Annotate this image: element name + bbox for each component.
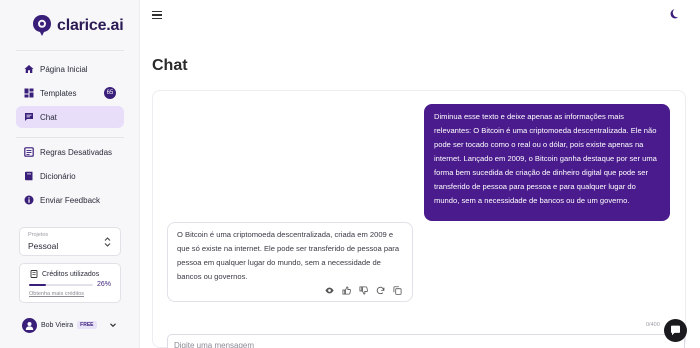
chat-icon — [24, 112, 34, 122]
credits-title-label: Créditos utilizados — [42, 270, 100, 278]
sidebar-item-enviar-feedback[interactable]: Enviar Feedback — [16, 189, 124, 211]
chevron-down-icon — [109, 323, 116, 328]
project-select-value: Pessoal — [28, 241, 59, 251]
assistant-message-text: O Bitcoin é uma criptomoeda descentraliz… — [177, 230, 400, 281]
user-name: Bob Vieira — [41, 321, 74, 329]
sidebar-item-dicionario[interactable]: Dicionário — [16, 165, 124, 187]
regenerate-icon[interactable] — [375, 285, 385, 295]
rules-off-icon — [24, 147, 34, 157]
thumbs-down-icon[interactable] — [358, 285, 368, 295]
grid-icon — [24, 88, 34, 98]
chat-bubble-icon — [671, 325, 680, 336]
sidebar-item-label: Dicionário — [40, 171, 76, 181]
logo-icon — [33, 15, 51, 36]
project-select[interactable]: Projetos Pessoal — [19, 227, 121, 256]
message-input[interactable] — [174, 338, 684, 348]
chevron-updown-icon — [104, 237, 111, 247]
home-icon — [24, 64, 34, 74]
sidebar: clarice.ai Página Inicial Templates 65 C… — [0, 0, 140, 348]
character-counter: 0/400 — [646, 322, 660, 328]
chat-support-button[interactable] — [664, 319, 687, 342]
info-icon — [24, 195, 34, 205]
sidebar-item-chat[interactable]: Chat — [16, 106, 124, 128]
credits-progress-fill — [29, 284, 46, 286]
sidebar-item-label: Templates — [40, 88, 77, 98]
sidebar-item-regras-desativadas[interactable]: Regras Desativadas — [16, 141, 124, 163]
credits-card: Créditos utilizados 26% Obtenha mais cré… — [19, 263, 121, 303]
credits-progress-bar — [29, 284, 93, 286]
user-message: Diminua esse texto e deixe apenas as inf… — [424, 104, 670, 221]
plan-badge: FREE — [77, 321, 97, 329]
user-menu[interactable]: Bob Vieira FREE — [22, 317, 122, 333]
templates-count-badge: 65 — [104, 87, 116, 99]
copy-icon[interactable] — [392, 285, 402, 295]
thumbs-up-icon[interactable] — [341, 285, 351, 295]
sidebar-item-label: Regras Desativadas — [40, 147, 113, 157]
assistant-message: O Bitcoin é uma criptomoeda descentraliz… — [167, 222, 413, 302]
avatar — [22, 317, 37, 333]
eye-icon[interactable] — [324, 285, 334, 295]
divider — [16, 50, 124, 51]
sidebar-item-templates[interactable]: Templates 65 — [16, 82, 124, 104]
book-icon — [24, 171, 34, 181]
brand-name: clarice.ai — [57, 16, 124, 34]
credits-title: Créditos utilizados — [30, 270, 99, 278]
sidebar-item-home[interactable]: Página Inicial — [16, 58, 124, 80]
dark-mode-moon-icon[interactable] — [667, 8, 679, 20]
page-title: Chat — [152, 57, 188, 74]
user-icon — [25, 321, 34, 330]
credits-percent: 26% — [97, 281, 112, 288]
get-more-credits-link[interactable]: Obtenha mais créditos — [29, 291, 84, 297]
project-select-label: Projetos — [28, 232, 49, 238]
sidebar-item-label: Página Inicial — [40, 64, 88, 74]
sidebar-item-label: Enviar Feedback — [40, 195, 101, 205]
message-actions — [324, 285, 402, 295]
hamburger-menu-icon[interactable] — [152, 10, 162, 20]
sidebar-item-label: Chat — [40, 112, 57, 122]
message-input-box[interactable] — [167, 334, 685, 348]
divider — [16, 137, 124, 138]
document-icon — [30, 270, 38, 278]
brand-logo[interactable]: clarice.ai — [32, 14, 124, 37]
